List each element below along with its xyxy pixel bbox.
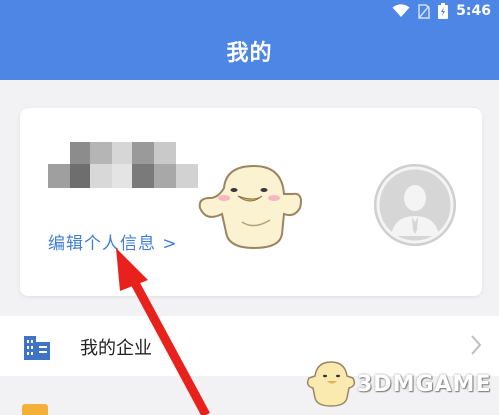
- avatar[interactable]: [374, 164, 456, 246]
- wifi-icon: [392, 4, 410, 17]
- status-bar: 5:46: [0, 0, 499, 22]
- mascot-sticker-image: [198, 164, 302, 250]
- no-sim-icon: [418, 3, 430, 19]
- watermark: 3DMGAME: [305, 360, 491, 408]
- company-building-icon: [24, 336, 50, 360]
- page-title: 我的: [226, 41, 273, 66]
- default-user-avatar-icon: [374, 164, 456, 246]
- status-time: 5:46: [456, 3, 491, 19]
- app-header: 我的: [0, 22, 499, 80]
- blurred-username: [48, 142, 198, 188]
- chevron-right-icon: [471, 335, 482, 355]
- menu-item-label: 我的企业: [80, 338, 152, 359]
- watermark-mascot-logo: [306, 361, 356, 407]
- edit-profile-link[interactable]: 编辑个人信息 >: [48, 229, 178, 254]
- watermark-text: 3DMGAME: [357, 371, 492, 397]
- partial-menu-icon: [22, 404, 48, 415]
- battery-icon: [438, 3, 449, 19]
